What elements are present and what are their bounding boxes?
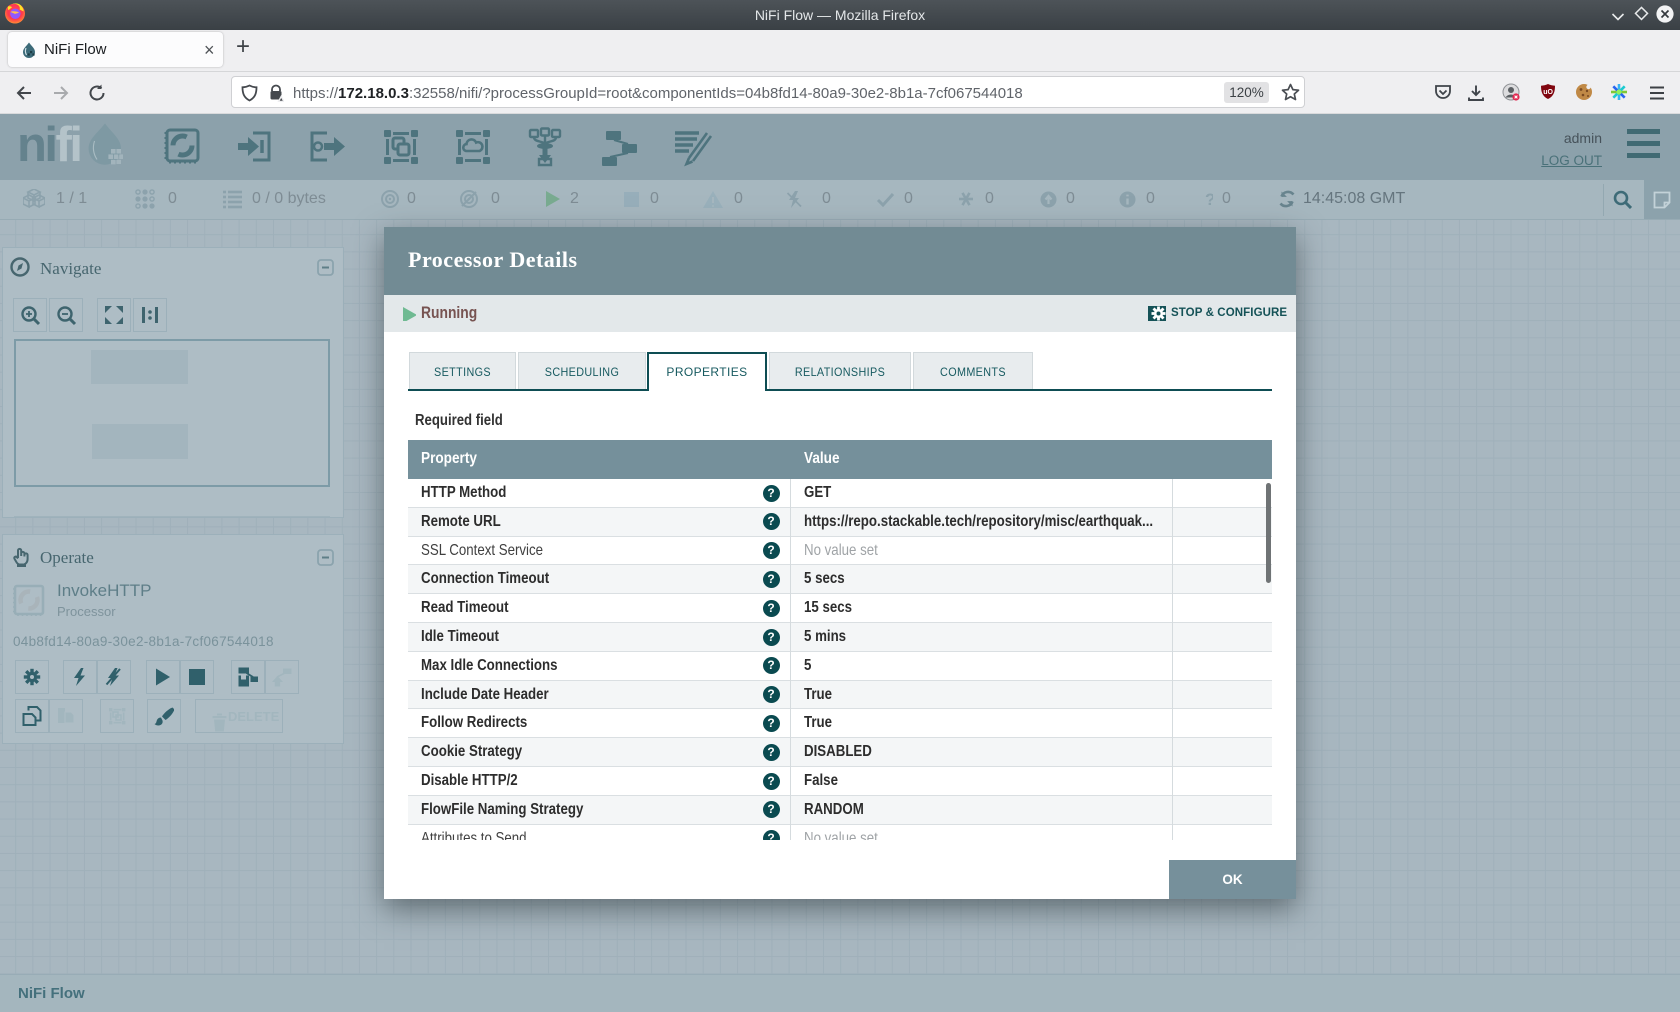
svg-text:uO: uO <box>1543 89 1553 96</box>
svg-text:?: ? <box>1205 190 1213 208</box>
